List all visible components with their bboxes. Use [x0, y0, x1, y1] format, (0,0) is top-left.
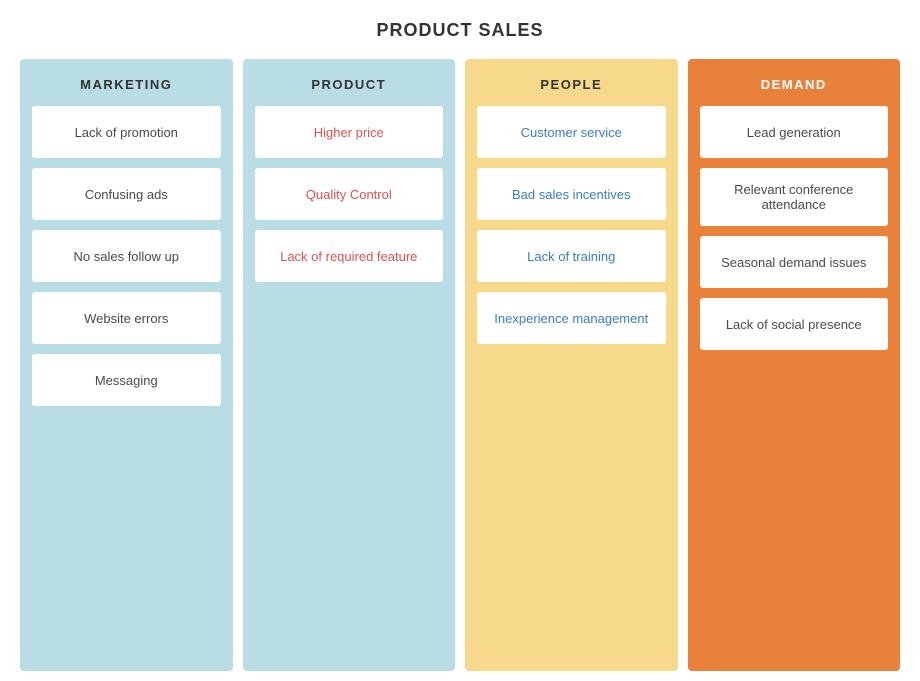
card-product-2: Lack of required feature — [255, 230, 444, 282]
card-marketing-2: No sales follow up — [32, 230, 221, 282]
card-people-3: Inexperience management — [477, 292, 666, 344]
cards-list-marketing: Lack of promotion Confusing ads No sales f… — [32, 106, 221, 406]
column-marketing: MARKETING Lack of promotion Confusing ads N… — [20, 59, 233, 671]
columns-wrapper: MARKETING Lack of promotion Confusing ads N… — [20, 59, 900, 671]
cards-list-people: Customer service Bad sales incentives Lack… — [477, 106, 666, 344]
card-product-0: Higher price — [255, 106, 444, 158]
column-header-people: PEOPLE — [540, 77, 602, 92]
cards-list-demand: Lead generation Relevant conference atten… — [700, 106, 889, 350]
column-demand: DEMAND Lead generation Relevant conference… — [688, 59, 901, 671]
page-title: PRODUCT SALES — [376, 20, 543, 41]
column-product: PRODUCT Higher price Quality Control Lack o… — [243, 59, 456, 671]
card-demand-2: Seasonal demand issues — [700, 236, 889, 288]
card-product-1: Quality Control — [255, 168, 444, 220]
card-marketing-0: Lack of promotion — [32, 106, 221, 158]
card-people-0: Customer service — [477, 106, 666, 158]
column-people: PEOPLE Customer service Bad sales incentiv… — [465, 59, 678, 671]
card-marketing-4: Messaging — [32, 354, 221, 406]
column-header-demand: DEMAND — [761, 77, 827, 92]
card-demand-1: Relevant conference attendance — [700, 168, 889, 226]
card-marketing-1: Confusing ads — [32, 168, 221, 220]
column-header-marketing: MARKETING — [80, 77, 172, 92]
card-people-1: Bad sales incentives — [477, 168, 666, 220]
cards-list-product: Higher price Quality Control Lack of requi… — [255, 106, 444, 282]
card-demand-3: Lack of social presence — [700, 298, 889, 350]
column-header-product: PRODUCT — [311, 77, 386, 92]
card-demand-0: Lead generation — [700, 106, 889, 158]
card-marketing-3: Website errors — [32, 292, 221, 344]
card-people-2: Lack of training — [477, 230, 666, 282]
